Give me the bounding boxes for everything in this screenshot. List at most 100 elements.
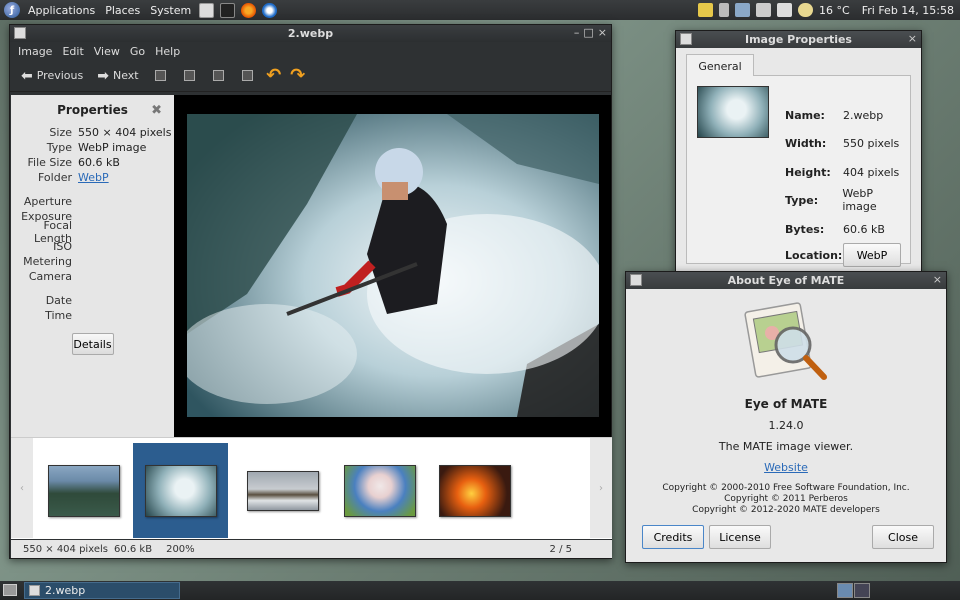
license-button[interactable]: License (709, 525, 771, 549)
next-button[interactable]: ➡ Next (92, 66, 143, 86)
menu-image[interactable]: Image (13, 45, 57, 58)
zoom-in-button[interactable] (155, 70, 166, 81)
system-tray: 16 °C Fri Feb 14, 15:58 (698, 3, 960, 17)
gallery-thumb[interactable] (332, 443, 427, 538)
sidebar-close-icon[interactable]: ✖ (151, 103, 162, 118)
prop-iso: ISO (11, 239, 174, 254)
snow-field-thumb (247, 471, 319, 511)
prop-name: Name:2.webp (785, 107, 883, 123)
zoom-fit-button[interactable] (242, 70, 253, 81)
close-button[interactable]: Close (872, 525, 934, 549)
network-icon[interactable] (735, 3, 750, 17)
tab-general-label: General (698, 60, 741, 73)
app-version: 1.24.0 (626, 419, 946, 432)
about-titlebar[interactable]: About Eye of MATE × (626, 272, 946, 289)
menu-go[interactable]: Go (125, 45, 150, 58)
window-menu-icon[interactable] (630, 274, 642, 286)
image-gallery: ‹ › (11, 437, 612, 539)
show-desktop-icon[interactable] (3, 584, 17, 596)
prop-type: TypeWebP image (11, 140, 174, 155)
bottom-panel: 2.webp (0, 581, 960, 600)
menu-help[interactable]: Help (150, 45, 185, 58)
gallery-thumb[interactable] (427, 443, 522, 538)
firefox-launcher-icon[interactable] (241, 3, 256, 18)
workspace-1[interactable] (837, 583, 853, 598)
prop-file-size: File Size60.6 kB (11, 155, 174, 170)
maximize-icon[interactable]: □ (583, 26, 593, 39)
copyright-text: Copyright © 2000-2010 Free Software Foun… (626, 483, 946, 516)
credits-button[interactable]: Credits (642, 525, 704, 549)
window-title: 2.webp (288, 27, 333, 40)
viewer-window: 2.webp – □ × Image Edit View Go Help ⬅ P… (9, 24, 612, 559)
about-dialog: About Eye of MATE × Eye of MATE 1.24.0 T… (625, 271, 947, 563)
menu-edit[interactable]: Edit (57, 45, 88, 58)
location-button[interactable]: WebP (843, 243, 901, 267)
minimize-icon[interactable]: – (574, 26, 580, 39)
tree-thumb (344, 465, 416, 517)
prop-bytes: Bytes:60.6 kB (785, 221, 885, 237)
close-icon[interactable]: × (908, 32, 917, 45)
prop-time: Time (11, 308, 174, 323)
close-icon[interactable]: × (933, 273, 942, 286)
power-icon[interactable] (777, 3, 792, 17)
prop-focal-length: Focal Length (11, 224, 174, 239)
prop-type: Type:WebP image (785, 192, 910, 208)
file-manager-launcher-icon[interactable] (199, 3, 214, 18)
weather-icon (798, 3, 813, 17)
previous-button[interactable]: ⬅ Previous (16, 66, 88, 86)
gallery-scroll-right-icon[interactable]: › (590, 438, 612, 538)
workspace-switcher (837, 583, 870, 598)
top-panel: ƒ Applications Places System 16 °C Fri F… (0, 0, 960, 20)
clock[interactable]: Fri Feb 14, 15:58 (862, 4, 954, 17)
update-icon[interactable] (756, 3, 771, 17)
gallery-thumb-selected[interactable] (133, 443, 228, 538)
notification-icon[interactable] (698, 3, 713, 17)
menu-places[interactable]: Places (100, 4, 145, 17)
mate-logo-icon[interactable]: ƒ (4, 2, 20, 18)
properties-sidebar: Properties ✖ Size550 × 404 pixels TypeWe… (11, 95, 174, 437)
image-view[interactable] (174, 95, 611, 437)
zoom-normal-button[interactable] (213, 70, 224, 81)
zoom-out-button[interactable] (184, 70, 195, 81)
volume-icon[interactable] (719, 3, 729, 17)
window-menu-icon[interactable] (680, 33, 692, 45)
thunderbird-launcher-icon[interactable] (262, 3, 277, 18)
viewer-titlebar[interactable]: 2.webp – □ × (10, 25, 611, 42)
app-name: Eye of MATE (626, 397, 946, 411)
close-icon[interactable]: × (598, 26, 607, 39)
terminal-launcher-icon[interactable] (220, 3, 235, 18)
properties-titlebar[interactable]: Image Properties × (676, 31, 921, 48)
properties-thumbnail (697, 86, 769, 138)
status-dimensions: 550 × 404 pixels (23, 544, 108, 555)
taskbar-item-viewer[interactable]: 2.webp (24, 582, 180, 599)
gallery-scroll-left-icon[interactable]: ‹ (11, 438, 33, 538)
menu-view[interactable]: View (89, 45, 125, 58)
mountain-thumb (48, 465, 120, 517)
arrow-right-icon: ➡ (97, 68, 109, 84)
gallery-thumb[interactable] (235, 443, 330, 538)
prop-width: Width:550 pixels (785, 135, 899, 151)
next-label: Next (113, 69, 139, 82)
details-button[interactable]: Details (72, 333, 114, 355)
weather-temp[interactable]: 16 °C (819, 4, 850, 17)
status-size: 60.6 kB (114, 544, 152, 555)
prop-aperture: Aperture (11, 194, 174, 209)
rotate-left-button[interactable]: ↶ (264, 65, 284, 86)
menu-applications[interactable]: Applications (23, 4, 100, 17)
workspace-2[interactable] (854, 583, 870, 598)
taskbar-item-label: 2.webp (45, 584, 85, 597)
website-link[interactable]: Website (626, 461, 946, 474)
image-properties-dialog: Image Properties × General Name:2.webp W… (675, 30, 922, 273)
menu-system[interactable]: System (145, 4, 196, 17)
prop-camera: Camera (11, 269, 174, 284)
tab-general[interactable]: General (686, 54, 754, 77)
folder-link[interactable]: WebP (78, 171, 109, 184)
prop-metering: Metering (11, 254, 174, 269)
gallery-thumb[interactable] (36, 443, 131, 538)
properties-title: Image Properties (745, 33, 852, 46)
rotate-right-button[interactable]: ↷ (288, 65, 308, 86)
arrow-left-icon: ⬅ (21, 68, 33, 84)
statusbar: 550 × 404 pixels 60.6 kB 200% 2 / 5 (11, 540, 612, 558)
window-menu-icon[interactable] (14, 27, 26, 39)
menubar: Image Edit View Go Help (10, 42, 611, 60)
